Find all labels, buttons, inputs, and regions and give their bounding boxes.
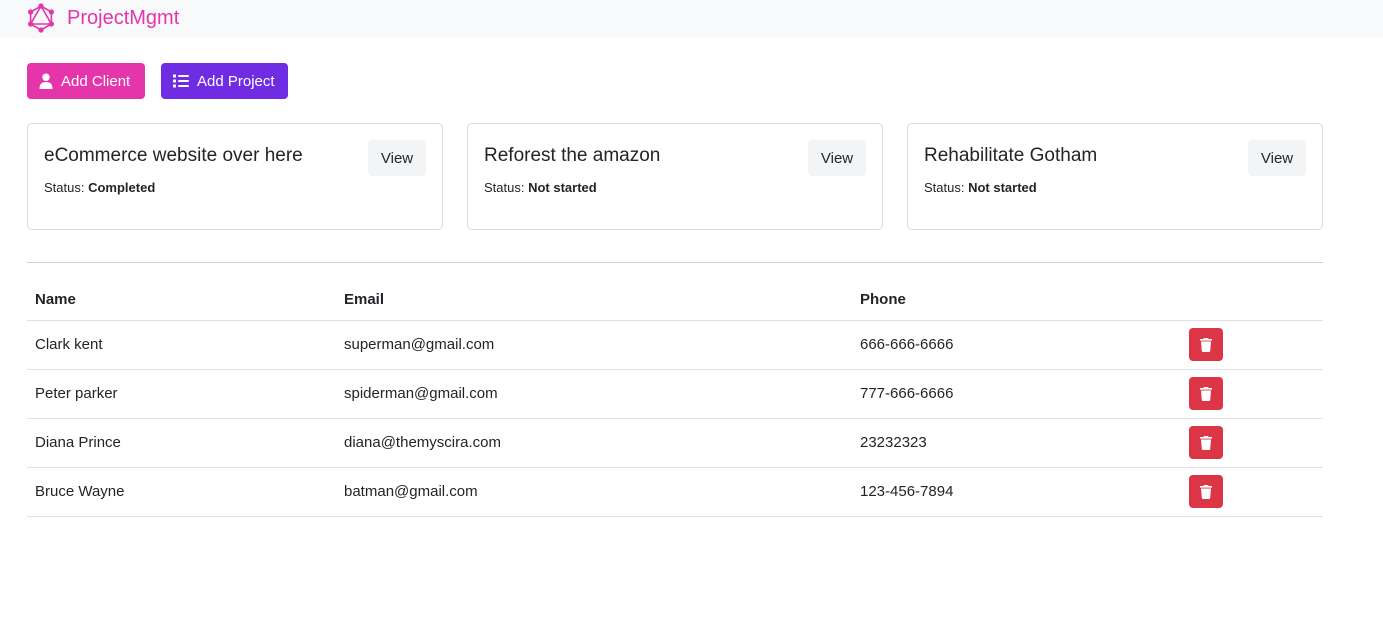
client-phone: 666-666-6666 bbox=[852, 320, 1181, 370]
view-project-button[interactable]: View bbox=[368, 140, 426, 176]
project-card: Reforest the amazon Status: Not started … bbox=[467, 123, 883, 230]
client-actions bbox=[1181, 369, 1323, 419]
client-actions bbox=[1181, 467, 1323, 517]
table-row: Bruce Wayne batman@gmail.com 123-456-789… bbox=[27, 467, 1323, 517]
client-phone: 777-666-6666 bbox=[852, 369, 1181, 419]
column-header-email: Email bbox=[336, 280, 852, 321]
table-header-row: Name Email Phone bbox=[27, 280, 1323, 321]
table-row: Clark kent superman@gmail.com 666-666-66… bbox=[27, 320, 1323, 370]
project-status: Status: Not started bbox=[484, 180, 597, 195]
status-label: Status: bbox=[924, 180, 965, 195]
view-project-button[interactable]: View bbox=[808, 140, 866, 176]
delete-client-button[interactable] bbox=[1189, 328, 1223, 361]
brand-link[interactable]: ProjectMgmt bbox=[26, 2, 179, 34]
brand-title: ProjectMgmt bbox=[67, 6, 180, 29]
project-card: Rehabilitate Gotham Status: Not started … bbox=[907, 123, 1323, 230]
client-email: batman@gmail.com bbox=[336, 467, 852, 517]
add-project-button[interactable]: Add Project bbox=[161, 63, 288, 99]
project-name: Reforest the amazon bbox=[484, 145, 661, 166]
section-divider bbox=[27, 262, 1323, 263]
add-client-label: Add Client bbox=[61, 72, 131, 90]
status-value: Not started bbox=[528, 180, 597, 195]
client-email: spiderman@gmail.com bbox=[336, 369, 852, 419]
client-phone: 23232323 bbox=[852, 418, 1181, 468]
column-header-phone: Phone bbox=[852, 280, 1181, 321]
add-client-button[interactable]: Add Client bbox=[27, 63, 145, 99]
add-project-label: Add Project bbox=[197, 72, 275, 90]
client-name: Diana Prince bbox=[27, 418, 336, 468]
status-value: Completed bbox=[88, 180, 156, 195]
delete-client-button[interactable] bbox=[1189, 426, 1223, 459]
trash-icon bbox=[1200, 337, 1212, 352]
column-header-actions bbox=[1181, 280, 1323, 321]
client-actions bbox=[1181, 320, 1323, 370]
client-actions bbox=[1181, 418, 1323, 468]
trash-icon bbox=[1200, 386, 1212, 401]
trash-icon bbox=[1200, 435, 1212, 450]
status-label: Status: bbox=[44, 180, 85, 195]
project-status: Status: Not started bbox=[924, 180, 1037, 195]
view-project-button[interactable]: View bbox=[1248, 140, 1306, 176]
project-card: eCommerce website over here Status: Comp… bbox=[27, 123, 443, 230]
status-value: Not started bbox=[968, 180, 1037, 195]
client-email: diana@themyscira.com bbox=[336, 418, 852, 468]
user-icon bbox=[39, 73, 53, 89]
delete-client-button[interactable] bbox=[1189, 475, 1223, 508]
client-name: Clark kent bbox=[27, 320, 336, 370]
client-name: Bruce Wayne bbox=[27, 467, 336, 517]
project-name: eCommerce website over here bbox=[44, 145, 303, 166]
graphql-logo-icon bbox=[28, 3, 54, 33]
table-row: Diana Prince diana@themyscira.com 232323… bbox=[27, 418, 1323, 468]
status-label: Status: bbox=[484, 180, 525, 195]
delete-client-button[interactable] bbox=[1189, 377, 1223, 410]
client-phone: 123-456-7894 bbox=[852, 467, 1181, 517]
client-name: Peter parker bbox=[27, 369, 336, 419]
navbar: ProjectMgmt bbox=[0, 0, 1383, 38]
project-name: Rehabilitate Gotham bbox=[924, 145, 1098, 166]
list-icon bbox=[173, 74, 189, 88]
trash-icon bbox=[1200, 484, 1212, 499]
project-status: Status: Completed bbox=[44, 180, 155, 195]
clients-table: Name Email Phone Clark kent superman@gma… bbox=[27, 280, 1323, 517]
column-header-name: Name bbox=[27, 280, 336, 321]
client-email: superman@gmail.com bbox=[336, 320, 852, 370]
table-row: Peter parker spiderman@gmail.com 777-666… bbox=[27, 369, 1323, 419]
